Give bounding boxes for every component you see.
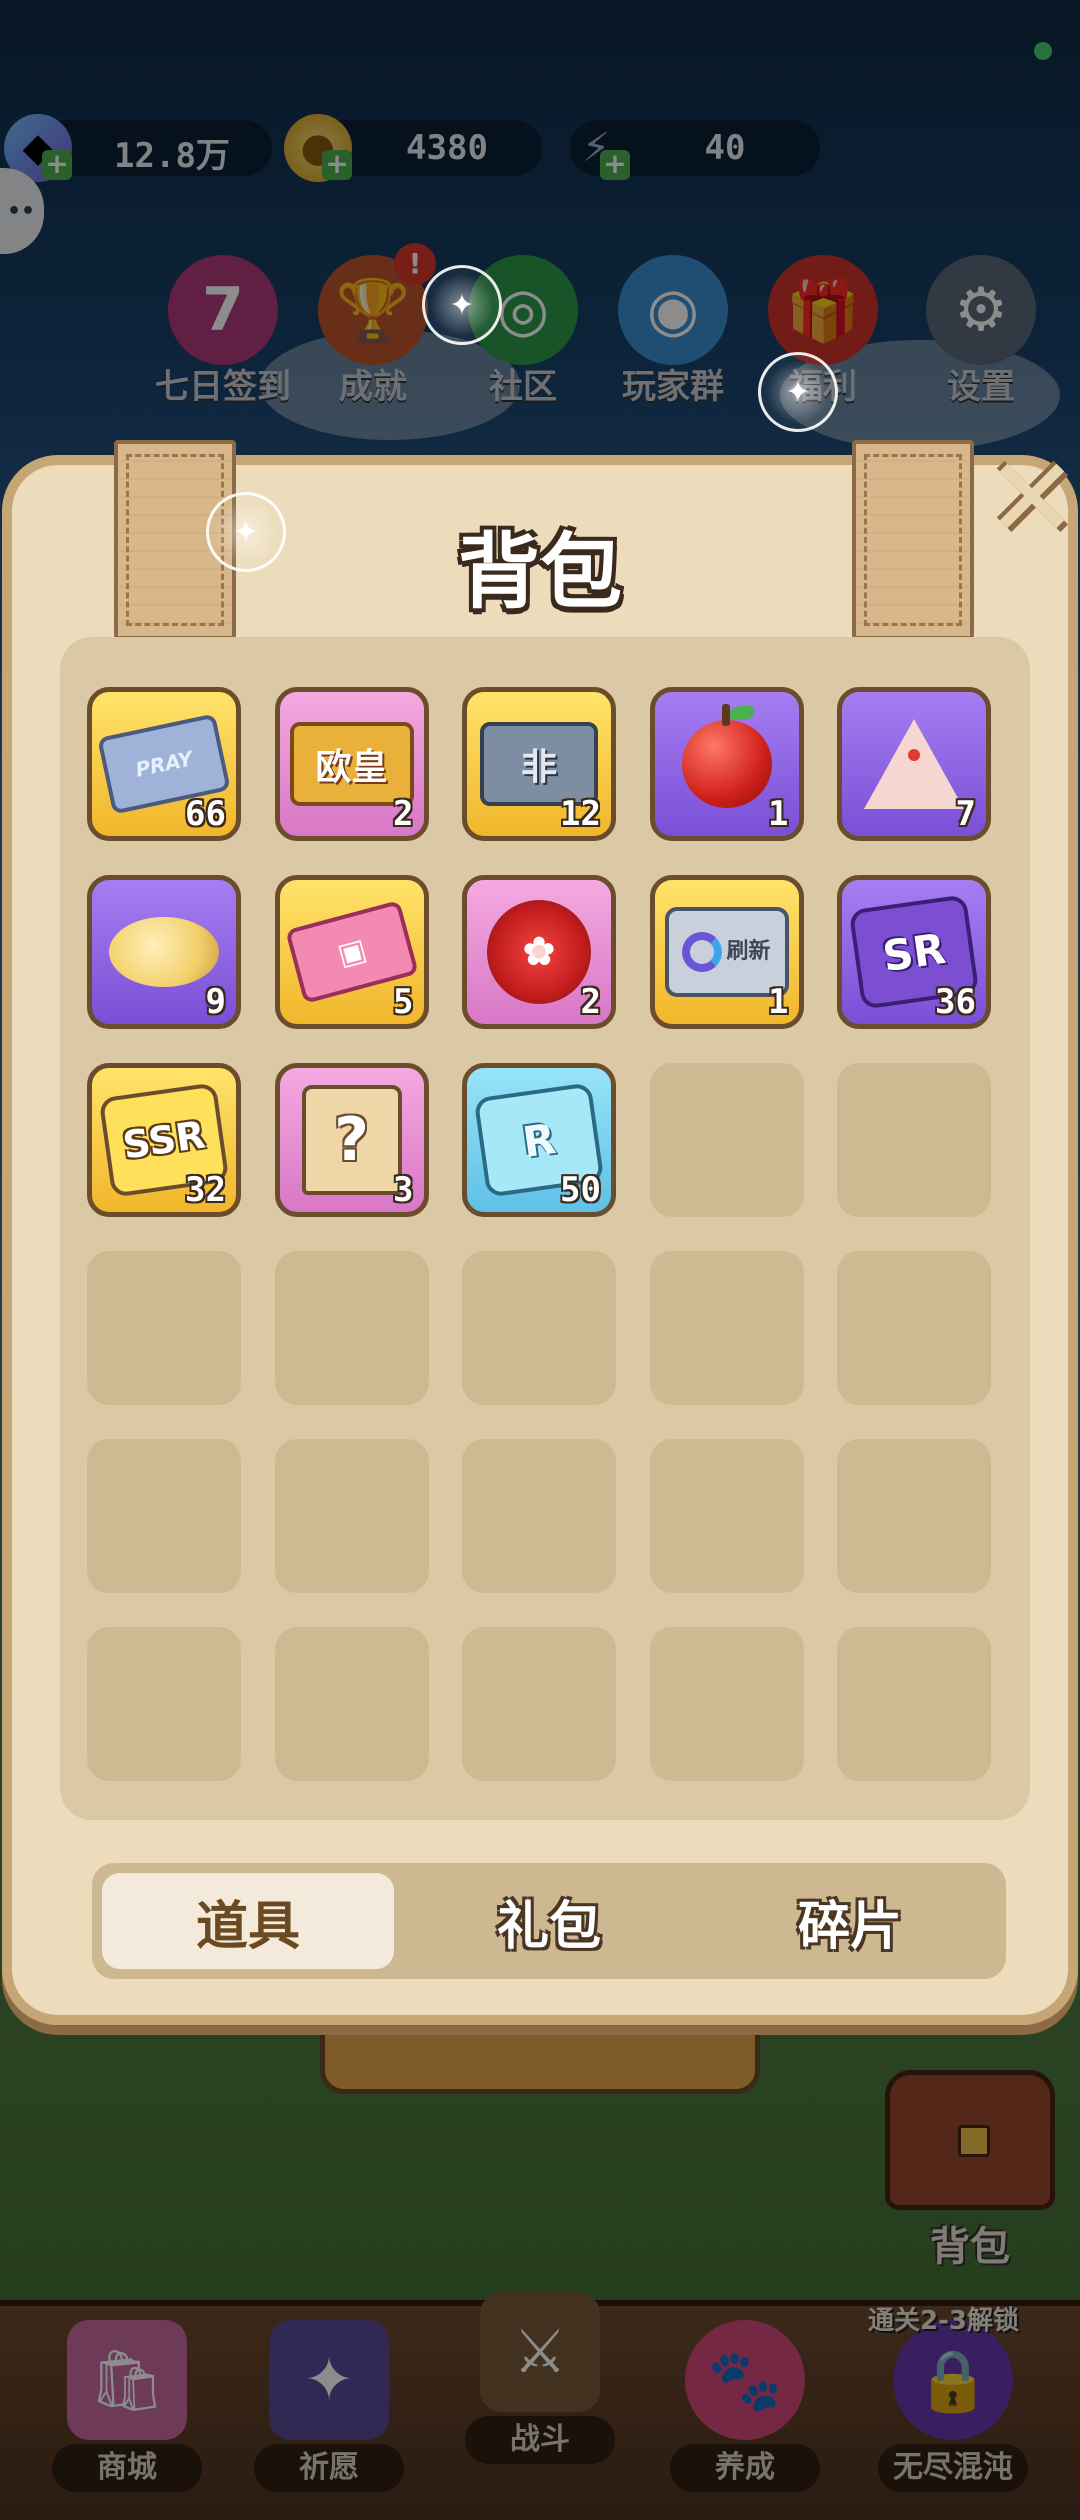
item-slot-pray-ticket[interactable]: PRAY 66 <box>87 687 241 841</box>
item-slot-r-fragment[interactable]: R 50 <box>462 1063 616 1217</box>
apple-icon <box>681 704 772 808</box>
item-grid: PRAY 66 欧皇 2 非 12 1 7 9 ▣ 5 ✿ 2 刷新 1 SR 36 SSR 32? 3 R 50 <box>60 637 1030 1820</box>
empty-slot <box>649 1063 804 1217</box>
strap-right <box>852 440 974 640</box>
tab-bar: 道具 礼包 碎片 <box>92 1863 1006 1979</box>
empty-slot <box>87 1251 241 1405</box>
close-icon[interactable]: ✕ <box>982 434 1080 562</box>
empty-slot <box>837 1439 991 1593</box>
empty-slot <box>649 1439 804 1593</box>
empty-slot <box>837 1063 991 1217</box>
item-count: 2 <box>393 794 414 834</box>
item-count: 12 <box>560 794 601 834</box>
item-count: 1 <box>768 982 789 1022</box>
item-slot-refresh-card[interactable]: 刷新 1 <box>649 875 804 1029</box>
empty-slot <box>462 1627 616 1781</box>
item-count: 9 <box>205 982 226 1022</box>
empty-slot <box>649 1251 804 1405</box>
item-slot-chips[interactable]: 9 <box>87 875 241 1029</box>
empty-slot <box>87 1627 241 1781</box>
tab-gift-packs[interactable]: 礼包 <box>403 1873 695 1969</box>
item-count: 50 <box>560 1170 601 1210</box>
item-count: 7 <box>955 794 976 834</box>
item-count: 1 <box>768 794 789 834</box>
empty-slot <box>274 1251 429 1405</box>
empty-slot <box>837 1627 991 1781</box>
item-count: 2 <box>580 982 601 1022</box>
refresh-card-text: 刷新 <box>726 939 771 964</box>
item-slot-fei-card[interactable]: 非 12 <box>462 687 616 841</box>
empty-slot <box>837 1251 991 1405</box>
empty-slot <box>462 1251 616 1405</box>
tab-items[interactable]: 道具 <box>102 1873 394 1969</box>
item-slot-ouhuang-card[interactable]: 欧皇 2 <box>274 687 429 841</box>
mystery-bag-icon: ? <box>301 1085 402 1195</box>
empty-slot <box>87 1439 241 1593</box>
empty-slot <box>274 1439 429 1593</box>
chips-icon <box>109 917 219 987</box>
item-count: 3 <box>393 1170 414 1210</box>
sparkle-effect-icon: ✦ <box>758 352 838 432</box>
item-slot-mystery-bag[interactable]: ? 3 <box>274 1063 429 1217</box>
item-slot-cake[interactable]: 7 <box>837 687 991 841</box>
sparkle-effect-icon: ✦ <box>422 265 502 345</box>
empty-slot <box>274 1627 429 1781</box>
item-slot-ssr-fragment[interactable]: SSR 32 <box>87 1063 241 1217</box>
item-slot-sr-fragment[interactable]: SR 36 <box>837 875 991 1029</box>
empty-slot <box>462 1439 616 1593</box>
item-slot-apple[interactable]: 1 <box>649 687 804 841</box>
tab-fragments[interactable]: 碎片 <box>704 1873 996 1969</box>
item-slot-plum-blossom[interactable]: ✿ 2 <box>462 875 616 1029</box>
item-count: 5 <box>393 982 414 1022</box>
item-count: 36 <box>935 982 976 1022</box>
item-count: 32 <box>185 1170 226 1210</box>
item-slot-pink-ticket[interactable]: ▣ 5 <box>274 875 429 1029</box>
item-count: 66 <box>185 794 226 834</box>
empty-slot <box>649 1627 804 1781</box>
cake-icon <box>864 719 964 809</box>
plum-blossom-icon: ✿ <box>487 900 591 1004</box>
sparkle-effect-icon: ✦ <box>206 492 286 572</box>
